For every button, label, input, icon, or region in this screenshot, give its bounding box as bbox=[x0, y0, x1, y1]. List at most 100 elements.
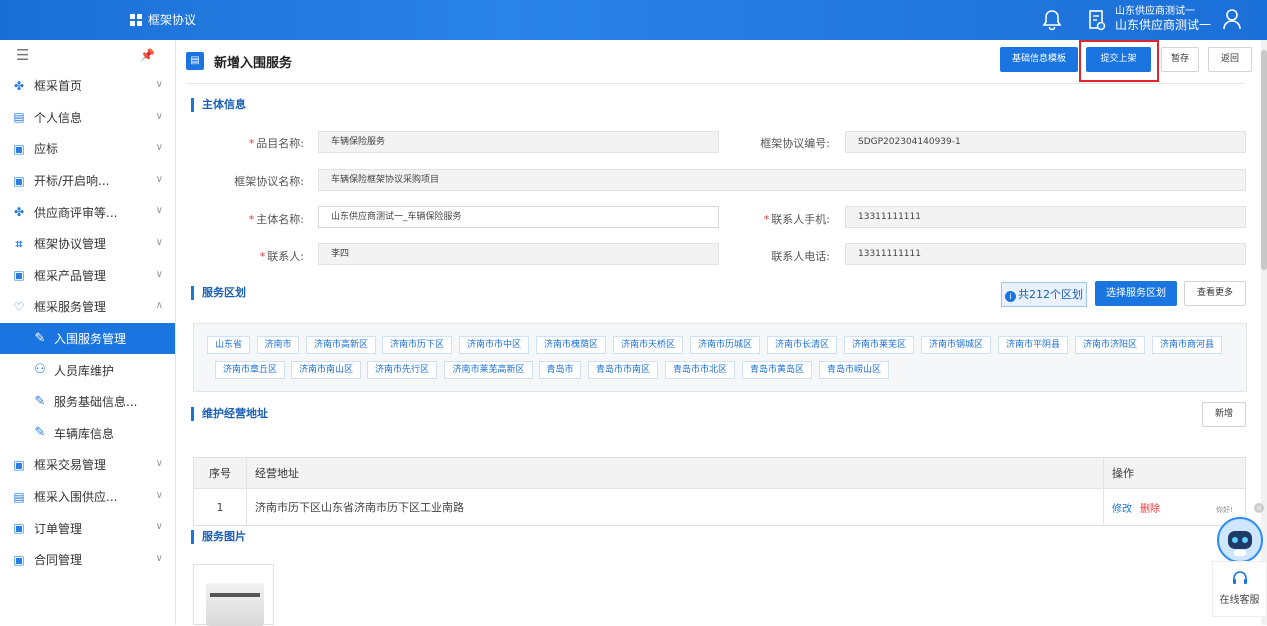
base-info-template-button[interactable]: 基础信息模板 bbox=[1000, 47, 1078, 72]
contact-field[interactable]: 李四 bbox=[318, 243, 719, 265]
sidebar-item-agreement[interactable]: ⌗ 框架协议管理 ∨ bbox=[0, 228, 175, 260]
chevron-up-icon: ∧ bbox=[155, 300, 163, 312]
printer-image bbox=[206, 583, 264, 626]
item-name-field[interactable]: 车辆保险服务 bbox=[318, 131, 719, 153]
chevron-down-icon: ∨ bbox=[155, 110, 163, 122]
sidebar-item-home[interactable]: ✤ 框采首页 ∨ bbox=[0, 70, 175, 102]
user-info[interactable]: 山东供应商测试一 山东供应商测试一 bbox=[1115, 6, 1211, 31]
address-table: 序号 经营地址 操作 1 济南市历下区山东省济南市历下区工业南路 修改 删除 bbox=[193, 457, 1246, 526]
doc-search-icon: ▣ bbox=[13, 141, 25, 156]
sidebar-item-label: 框采服务管理 bbox=[34, 300, 107, 315]
document-icon[interactable] bbox=[1088, 9, 1106, 31]
sidebar-item-bid[interactable]: ▣ 应标 ∨ bbox=[0, 133, 175, 165]
sidebar-item-label: 订单管理 bbox=[34, 521, 83, 536]
region-chip: 济南市济阳区 bbox=[1075, 336, 1145, 354]
user-name-small: 山东供应商测试一 bbox=[1115, 6, 1195, 17]
save-draft-button[interactable]: 暂存 bbox=[1161, 47, 1199, 72]
doc-search-icon: ▣ bbox=[13, 521, 25, 536]
agreement-no-field[interactable]: SDGP202304140939-1 bbox=[845, 131, 1246, 153]
sidebar-item-orders[interactable]: ▣ 订单管理 ∨ bbox=[0, 512, 175, 544]
select-region-button[interactable]: 选择服务区划 bbox=[1095, 281, 1177, 306]
sidebar-item-label: 供应商评审等... bbox=[34, 205, 118, 220]
service-image-thumbnail[interactable] bbox=[193, 564, 274, 626]
sidebar-item-supplier[interactable]: ▤ 框采入围供应... ∨ bbox=[0, 481, 175, 513]
sidebar-subitem-label: 服务基础信息... bbox=[54, 395, 138, 410]
region-chip: 青岛市崂山区 bbox=[819, 361, 889, 379]
chevron-down-icon: ∨ bbox=[155, 205, 163, 217]
region-chip: 济南市历下区 bbox=[382, 336, 452, 354]
bell-icon[interactable] bbox=[1042, 9, 1062, 31]
sidebar-subitem-staff[interactable]: ⚇ 人员库维护 bbox=[0, 354, 175, 386]
region-chip: 青岛市市南区 bbox=[588, 361, 658, 379]
chevron-down-icon: ∨ bbox=[155, 458, 163, 470]
system-name: 框架协议 bbox=[148, 13, 197, 27]
chevron-down-icon: ∨ bbox=[155, 142, 163, 154]
region-chip: 济南市历城区 bbox=[690, 336, 760, 354]
info-icon: i bbox=[1005, 291, 1016, 302]
agreement-name-field[interactable]: 车辆保险框架协议采购项目 bbox=[318, 169, 1246, 191]
sidebar-item-profile[interactable]: ▤ 个人信息 ∨ bbox=[0, 102, 175, 134]
sidebar-subitem-entry-service[interactable]: ✎ 入围服务管理 bbox=[0, 322, 175, 355]
close-icon[interactable]: × bbox=[1254, 503, 1264, 513]
sidebar-item-opening[interactable]: ▣ 开标/开启响... ∨ bbox=[0, 165, 175, 197]
sidebar-item-service[interactable]: ♡ 框采服务管理 ∧ bbox=[0, 291, 175, 323]
chevron-down-icon: ∨ bbox=[155, 489, 163, 501]
pin-icon[interactable]: 📌 bbox=[140, 48, 155, 62]
item-name-label: * 品目名称: bbox=[248, 137, 304, 150]
sidebar-item-review[interactable]: ✤ 供应商评审等... ∨ bbox=[0, 196, 175, 228]
online-service-label: 在线客服 bbox=[1219, 595, 1260, 606]
region-count-badge: i 共212个区划 bbox=[1001, 282, 1087, 307]
highlight-box bbox=[1079, 40, 1159, 82]
region-chip: 济南市莱芜高新区 bbox=[444, 361, 533, 379]
online-service-widget[interactable]: 在线客服 bbox=[1212, 561, 1267, 617]
doc-search-icon: ▣ bbox=[13, 173, 25, 188]
region-chip: 济南市长清区 bbox=[767, 336, 837, 354]
sidebar-item-trade[interactable]: ▣ 框采交易管理 ∨ bbox=[0, 449, 175, 481]
subject-name-input[interactable]: 山东供应商测试一_车辆保险服务 bbox=[318, 206, 719, 228]
sidebar-subitem-base-info[interactable]: ✎ 服务基础信息... bbox=[0, 386, 175, 418]
doc-search-icon: ▣ bbox=[13, 457, 25, 472]
region-chip-area: 山东省 济南市 济南市高新区 济南市历下区 济南市市中区 济南市槐荫区 济南市天… bbox=[193, 323, 1247, 392]
menu-toggle-icon[interactable]: ☰ bbox=[16, 46, 29, 64]
section-title-images: 服务图片 bbox=[191, 530, 246, 544]
delete-link[interactable]: 删除 bbox=[1140, 500, 1160, 515]
phone-field[interactable]: 13311111111 bbox=[845, 243, 1246, 265]
headset-icon bbox=[1232, 571, 1247, 584]
back-button[interactable]: 返回 bbox=[1208, 47, 1252, 72]
clover-icon: ✤ bbox=[13, 78, 25, 93]
region-chip: 济南市 bbox=[257, 336, 299, 354]
sidebar-header: ☰ 📌 bbox=[0, 40, 175, 70]
system-title[interactable]: 框架协议 bbox=[130, 11, 196, 28]
mobile-field[interactable]: 13311111111 bbox=[845, 206, 1246, 228]
doc-search-icon: ▣ bbox=[13, 268, 25, 283]
scrollbar-thumb[interactable] bbox=[1261, 50, 1267, 270]
agreement-name-label: 框架协议名称: bbox=[234, 175, 304, 188]
robot-face-icon bbox=[1228, 531, 1252, 556]
agreement-no-label: 框架协议编号: bbox=[760, 137, 830, 150]
add-address-button[interactable]: 新增 bbox=[1202, 402, 1246, 427]
robot-assistant-icon[interactable] bbox=[1217, 517, 1263, 563]
sidebar-item-contracts[interactable]: ▣ 合同管理 ∨ bbox=[0, 544, 175, 576]
sidebar-subitem-vehicle[interactable]: ✎ 车辆库信息 bbox=[0, 418, 175, 450]
sidebar-item-label: 开标/开启响... bbox=[34, 174, 110, 189]
document-icon: ▤ bbox=[186, 52, 204, 70]
region-chip: 济南市钢城区 bbox=[921, 336, 991, 354]
column-header-address: 经营地址 bbox=[247, 458, 1104, 488]
region-chip: 山东省 bbox=[207, 336, 250, 354]
section-title-region: 服务区划 bbox=[191, 286, 246, 300]
section-title-main-info: 主体信息 bbox=[191, 98, 246, 112]
view-more-button[interactable]: 查看更多 bbox=[1184, 281, 1246, 306]
sidebar-item-label: 框架协议管理 bbox=[34, 237, 107, 252]
region-chip: 青岛市市北区 bbox=[665, 361, 735, 379]
list-edit-icon: ✎ bbox=[34, 393, 46, 409]
sidebar-item-product[interactable]: ▣ 框采产品管理 ∨ bbox=[0, 260, 175, 292]
sidebar-item-label: 框采入围供应... bbox=[34, 490, 118, 505]
clover-icon: ✤ bbox=[13, 205, 25, 220]
region-chip: 青岛市黄岛区 bbox=[742, 361, 812, 379]
sidebar-subitem-label: 入围服务管理 bbox=[54, 332, 127, 347]
phone-label: 联系人电话: bbox=[771, 250, 830, 263]
sidebar: ☰ 📌 ✤ 框采首页 ∨ ▤ 个人信息 ∨ ▣ 应标 ∨ ▣ 开标/开启响...… bbox=[0, 40, 176, 625]
person-icon[interactable] bbox=[1222, 8, 1242, 30]
list-edit-icon: ✎ bbox=[34, 330, 46, 346]
edit-link[interactable]: 修改 bbox=[1112, 500, 1132, 515]
